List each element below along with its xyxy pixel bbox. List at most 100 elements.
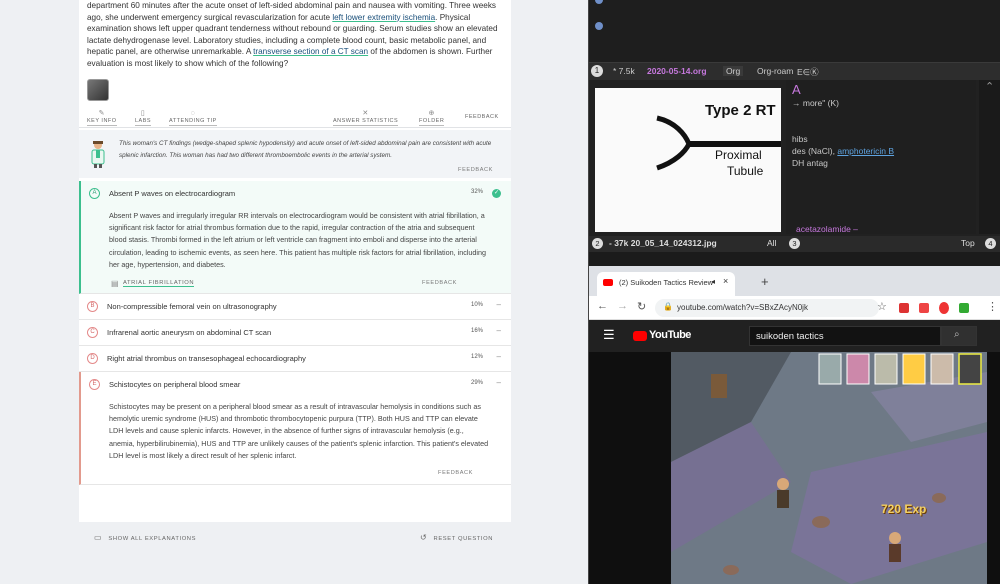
reset-question-button[interactable]: ↺ RESET QUESTION xyxy=(420,533,493,542)
stem-link-ct-scan[interactable]: transverse section of a CT scan xyxy=(253,47,368,56)
tab-youtube[interactable]: (2) Suikoden Tactics Review ◂ × xyxy=(597,272,735,296)
mode-glyphs: E∈Ⓚ xyxy=(797,67,819,77)
position-all: All xyxy=(767,238,777,248)
answer-letter: B xyxy=(87,301,98,313)
comment-icon: ▭ xyxy=(94,533,103,542)
folder-button[interactable]: ⊕ FOLDER xyxy=(419,110,445,126)
image-label-proximal: Proximal xyxy=(715,148,762,162)
youtube-logo-icon[interactable] xyxy=(633,331,647,341)
forward-icon[interactable]: → xyxy=(617,300,628,312)
plus-circle-icon: ⊕ xyxy=(428,110,435,117)
window-number-badge: 2 xyxy=(592,238,603,249)
game-scene xyxy=(671,352,987,584)
answer-explanation: Schistocytes may be present on a periphe… xyxy=(109,402,489,460)
show-all-explanations-button[interactable]: ▭ SHOW ALL EXPLANATIONS xyxy=(94,533,196,542)
feedback-button[interactable]: FEEDBACK xyxy=(465,114,499,120)
minor-mode[interactable]: Org-roam xyxy=(757,66,793,76)
answer-statistics-button[interactable]: ✕ ANSWER STATISTICS xyxy=(333,110,399,126)
article-icon: ▤ xyxy=(111,279,119,289)
org-notes-pane: A → more" (K) hibs des (NaCl), amphoteri… xyxy=(786,80,976,234)
window-number-badge: 4 xyxy=(985,238,996,249)
org-modeline: 1 * 7.5k 2020-05-14.org Org Org-roam E∈Ⓚ xyxy=(589,62,1000,80)
menu-icon[interactable]: ⋮ xyxy=(987,300,998,313)
bookmark-star-icon[interactable]: ☆ xyxy=(877,300,887,313)
new-tab-icon[interactable]: + xyxy=(761,274,769,289)
atrial-fibrillation-link[interactable]: ATRIAL FIBRILLATION xyxy=(123,280,195,288)
answer-explanation: Absent P waves and irregularly irregular… xyxy=(109,211,486,269)
pencil-icon: ✎ xyxy=(98,110,105,117)
vertical-scroll-indicator: ⌃ xyxy=(985,81,995,93)
answer-letter: E xyxy=(89,379,100,391)
answer-text: Non-compressible femoral vein on ultraso… xyxy=(107,302,277,312)
org-heading: A xyxy=(792,82,801,97)
answer-percent: 10% xyxy=(470,302,483,309)
window-number-badge: 1 xyxy=(591,65,603,77)
check-icon: ✓ xyxy=(492,189,501,198)
org-bullet-icon xyxy=(595,0,603,4)
attending-tip-box: This woman's CT findings (wedge-shaped s… xyxy=(79,130,511,178)
answer-text: Absent P waves on electrocardiogram xyxy=(109,189,236,198)
tab-title: (2) Suikoden Tactics Review xyxy=(619,278,714,287)
org-line: DH antag xyxy=(792,158,828,168)
lock-icon: 🔒 xyxy=(663,302,673,311)
extension-icon[interactable] xyxy=(919,303,929,313)
answer-option-e[interactable]: E Schistocytes on peripheral blood smear… xyxy=(79,372,511,486)
back-icon[interactable]: ← xyxy=(597,300,608,312)
answer-percent: 12% xyxy=(470,354,483,361)
emacs-window: 1 * 7.5k 2020-05-14.org Org Org-roam E∈Ⓚ… xyxy=(588,0,1000,266)
answer-e-feedback-button[interactable]: FEEDBACK xyxy=(438,470,473,476)
fringe-gutter: ⌃ xyxy=(979,80,1000,234)
collapse-icon[interactable]: – xyxy=(497,326,501,335)
video-player[interactable]: 720 Exp xyxy=(671,352,987,584)
youtube-search-button[interactable]: ⌕ xyxy=(941,326,977,346)
image-buffer-name[interactable]: - 37k 20_05_14_024312.jpg xyxy=(609,238,717,248)
attending-tip-button[interactable]: ◌ ATTENDING TIP xyxy=(169,110,217,126)
labs-button[interactable]: ▯ LABS xyxy=(135,110,152,126)
close-tab-icon[interactable]: × xyxy=(723,276,728,286)
question-toolbar: ✎ KEY INFO ▯ LABS ◌ ATTENDING TIP ✕ ANSWER S… xyxy=(79,110,511,128)
search-icon: ⌕ xyxy=(954,329,960,340)
answer-option-d[interactable]: D Right atrial thrombus on transesophage… xyxy=(79,346,511,373)
extension-icon[interactable] xyxy=(959,303,969,313)
youtube-search-input[interactable]: suikoden tactics xyxy=(749,326,941,346)
position-top: Top xyxy=(961,238,975,248)
tip-text: This woman's CT findings (wedge-shaped s… xyxy=(119,140,492,159)
stem-link-ischemia[interactable]: left lower extremity ischemia xyxy=(332,13,435,22)
extension-icon[interactable] xyxy=(899,303,909,313)
collapse-icon[interactable]: – xyxy=(497,378,501,387)
org-bullet-icon xyxy=(595,22,603,30)
youtube-logo[interactable]: YouTube xyxy=(649,329,691,341)
audio-icon[interactable]: ◂ xyxy=(711,277,715,286)
tip-feedback-button[interactable]: FEEDBACK xyxy=(458,167,493,173)
doctor-avatar-icon xyxy=(91,141,105,168)
url-input[interactable]: 🔒 youtube.com/watch?v=SBxZAcyN0jk xyxy=(655,299,879,317)
org-line: → more" (K) xyxy=(792,98,839,108)
answer-option-a[interactable]: A Absent P waves on electrocardiogram 32… xyxy=(79,181,511,295)
reset-icon: ↺ xyxy=(420,533,428,542)
org-line: acetazolamide – xyxy=(796,224,858,234)
question-pane: department 60 minutes after the acute on… xyxy=(0,0,588,584)
question-stem: department 60 minutes after the acute on… xyxy=(87,1,498,68)
tubule-image: Type 2 RT Proximal Tubule xyxy=(595,88,781,232)
buffer-size: * 7.5k xyxy=(613,66,635,76)
collapse-icon[interactable]: – xyxy=(497,300,501,309)
window-number-badge: 3 xyxy=(789,238,800,249)
minibuffer[interactable] xyxy=(589,252,1000,266)
reload-icon[interactable]: ↻ xyxy=(637,300,646,313)
ct-scan-thumbnail[interactable] xyxy=(87,79,109,101)
emacs-upper-buffer xyxy=(589,0,1000,62)
answer-option-c[interactable]: C Infrarenal aortic aneurysm on abdomina… xyxy=(79,320,511,347)
key-info-button[interactable]: ✎ KEY INFO xyxy=(87,110,117,126)
hamburger-menu-icon[interactable]: ☰ xyxy=(603,327,615,343)
buffer-name[interactable]: 2020-05-14.org xyxy=(647,66,707,76)
collapse-icon[interactable]: – xyxy=(497,352,501,361)
exp-gain-text: 720 Exp xyxy=(881,502,927,516)
answer-text: Right atrial thrombus on transesophageal… xyxy=(107,354,306,364)
answer-a-feedback-button[interactable]: FEEDBACK xyxy=(422,280,457,286)
answer-letter: A xyxy=(89,188,100,199)
youtube-header: ☰ YouTube suikoden tactics ⌕ xyxy=(589,320,1000,352)
major-mode[interactable]: Org xyxy=(723,66,744,76)
extension-icon[interactable] xyxy=(939,302,949,314)
answer-option-b[interactable]: B Non-compressible femoral vein on ultra… xyxy=(79,294,511,321)
org-link-amphotericin[interactable]: amphotericin B xyxy=(837,146,894,156)
